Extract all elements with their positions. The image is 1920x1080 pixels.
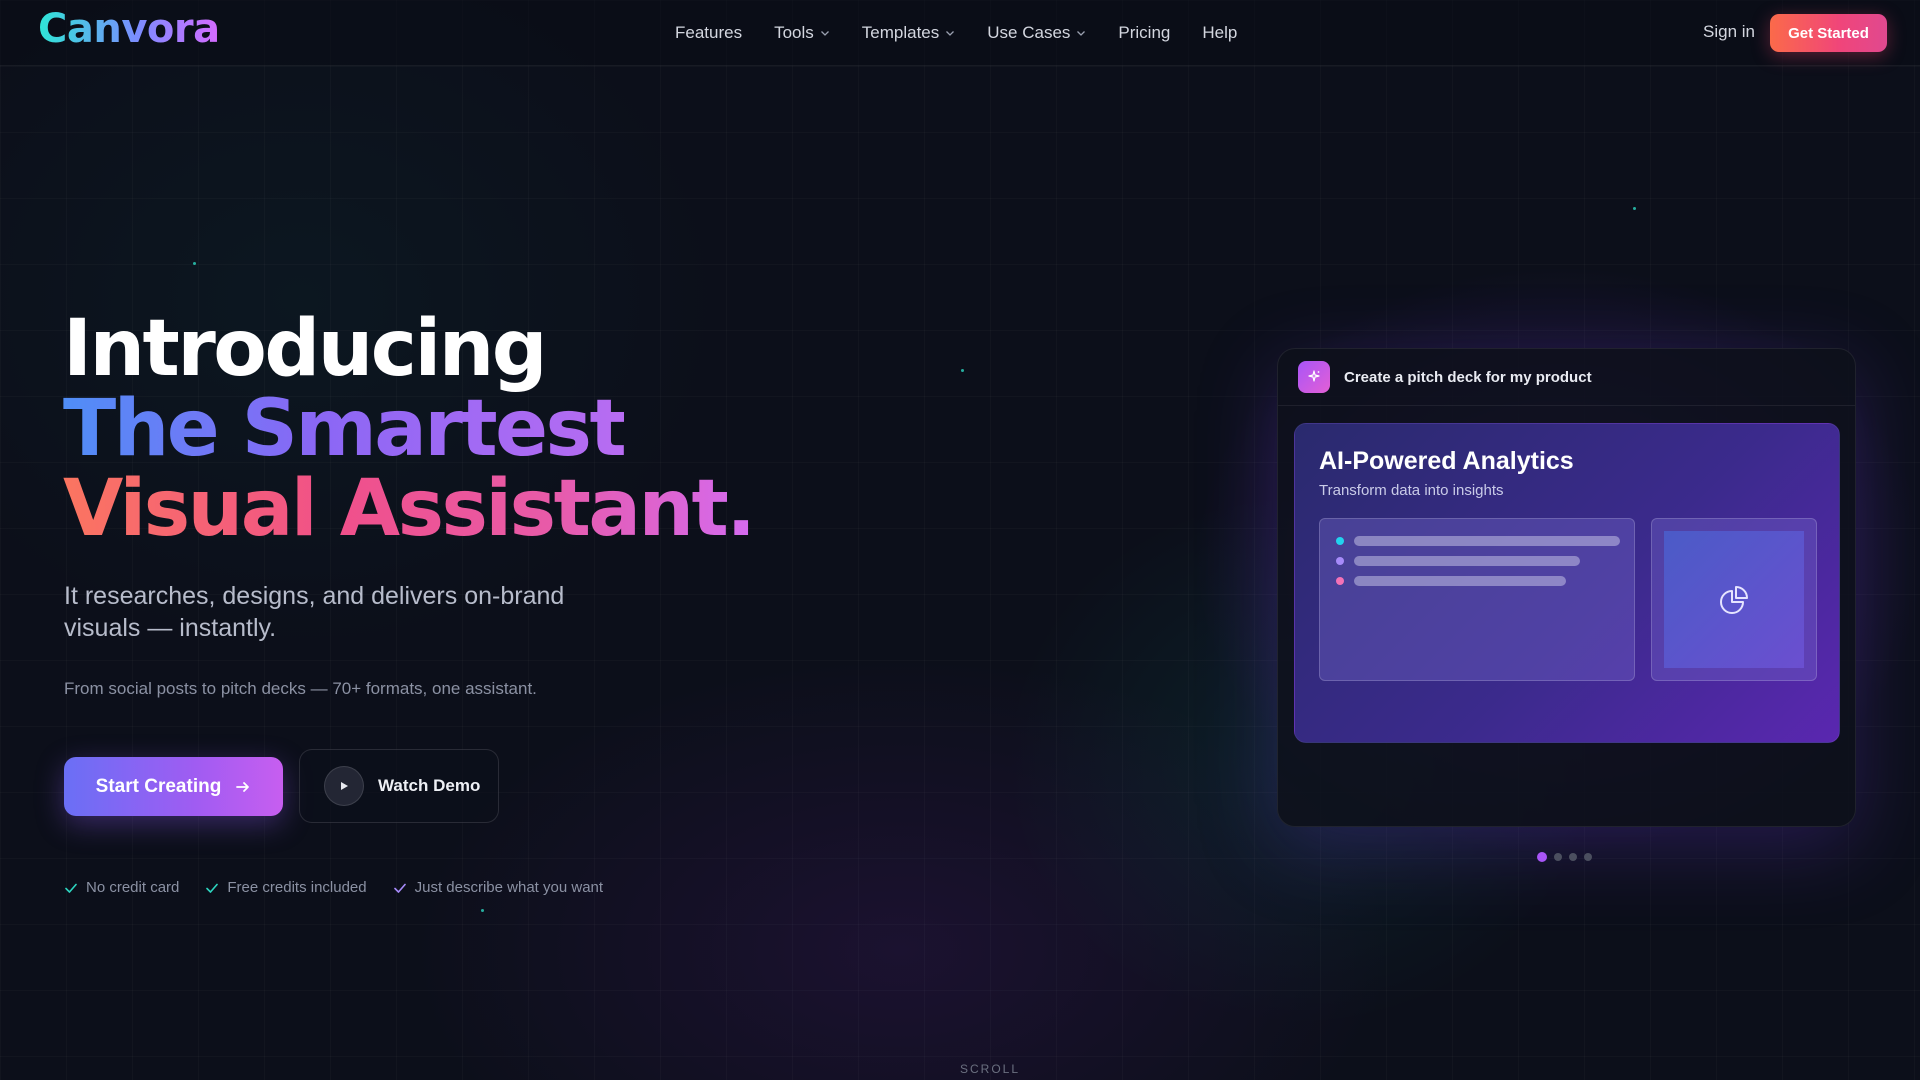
- hero-heading-line-1: Introducing: [63, 304, 548, 394]
- button-label: Watch Demo: [378, 776, 481, 795]
- chevron-down-icon: [820, 31, 829, 36]
- hero-heading-line-2: The Smartest: [63, 384, 627, 474]
- prompt-bar: Create a pitch deck for my product: [1278, 349, 1855, 406]
- scroll-indicator: SCROLL: [960, 1062, 1021, 1076]
- slide-preview: AI-Powered Analytics Transform data into…: [1294, 423, 1840, 743]
- sparkle-dot: [193, 262, 196, 265]
- sparkle-dot: [481, 909, 484, 912]
- benefit-item: Just describe what you want: [393, 879, 603, 896]
- nav-link-label: Features: [675, 23, 743, 42]
- check-icon: [65, 883, 77, 893]
- chevron-down-icon: [1077, 31, 1086, 36]
- slide-subtitle: Transform data into insights: [1319, 482, 1504, 499]
- bullet-row: [1336, 556, 1580, 566]
- check-icon: [393, 883, 406, 893]
- nav-link-features[interactable]: Features: [675, 23, 742, 43]
- nav-links: Features Tools Templates Use Cases Prici…: [675, 0, 1237, 66]
- benefit-label: Just describe what you want: [414, 879, 604, 896]
- benefit-label: Free credits included: [227, 879, 367, 896]
- brand-logo[interactable]: Canvora: [38, 6, 220, 52]
- check-icon: [206, 883, 219, 893]
- nav-link-label: Pricing: [1118, 23, 1171, 42]
- hero-tagline: From social posts to pitch decks — 70+ f…: [64, 679, 537, 698]
- nav-link-tools[interactable]: Tools: [774, 23, 830, 43]
- watch-demo-button[interactable]: Watch Demo: [299, 749, 499, 823]
- benefit-item: Free credits included: [205, 879, 367, 896]
- play-icon: [324, 766, 364, 806]
- carousel-pager: [1537, 852, 1592, 862]
- sparkle-icon: [1298, 361, 1330, 393]
- bullet-row: [1336, 576, 1566, 586]
- nav-link-label: Tools: [774, 23, 814, 42]
- bullet-row: [1336, 536, 1620, 546]
- placeholder-line: [1354, 536, 1620, 546]
- hero-subtitle: It researches, designs, and delivers on-…: [64, 582, 565, 642]
- sparkle-dot: [961, 369, 964, 372]
- pager-dot[interactable]: [1554, 853, 1562, 861]
- nav-link-help[interactable]: Help: [1202, 23, 1237, 43]
- pager-dot[interactable]: [1584, 853, 1592, 861]
- benefit-label: No credit card: [86, 879, 180, 896]
- arrow-right-icon: [236, 781, 250, 792]
- pie-chart-icon: [1720, 585, 1748, 614]
- nav-link-use-cases[interactable]: Use Cases: [987, 23, 1086, 43]
- top-navbar: Canvora Features Tools Templates Use Cas…: [0, 0, 1920, 66]
- benefit-checks: No credit card Free credits included Jus…: [64, 879, 603, 896]
- bullet-dot: [1336, 537, 1344, 545]
- pager-dot[interactable]: [1569, 853, 1577, 861]
- bullet-list-panel: [1319, 518, 1635, 681]
- chart-placeholder: [1664, 531, 1804, 668]
- nav-link-label: Use Cases: [987, 23, 1071, 42]
- nav-link-pricing[interactable]: Pricing: [1118, 23, 1170, 43]
- bullet-dot: [1336, 557, 1344, 565]
- bullet-dot: [1336, 577, 1344, 585]
- hero-heading-line-3: Visual Assistant.: [63, 464, 756, 554]
- sparkle-dot: [1633, 207, 1636, 210]
- nav-link-label: Help: [1202, 23, 1238, 42]
- pager-dot[interactable]: [1537, 852, 1547, 862]
- prompt-text: Create a pitch deck for my product: [1344, 368, 1592, 386]
- sign-in-link[interactable]: Sign in: [1703, 22, 1755, 42]
- assistant-preview-card: Create a pitch deck for my product AI-Po…: [1277, 348, 1856, 827]
- button-label: Start Creating: [95, 775, 222, 797]
- chevron-down-icon: [946, 31, 955, 36]
- start-creating-button[interactable]: Start Creating: [64, 757, 283, 816]
- get-started-button[interactable]: Get Started: [1770, 14, 1887, 52]
- benefit-item: No credit card: [64, 879, 179, 896]
- slide-title: AI-Powered Analytics: [1319, 447, 1574, 475]
- chart-panel: [1651, 518, 1817, 681]
- nav-link-templates[interactable]: Templates: [862, 23, 955, 43]
- nav-link-label: Templates: [861, 23, 940, 42]
- placeholder-line: [1354, 556, 1580, 566]
- placeholder-line: [1354, 576, 1566, 586]
